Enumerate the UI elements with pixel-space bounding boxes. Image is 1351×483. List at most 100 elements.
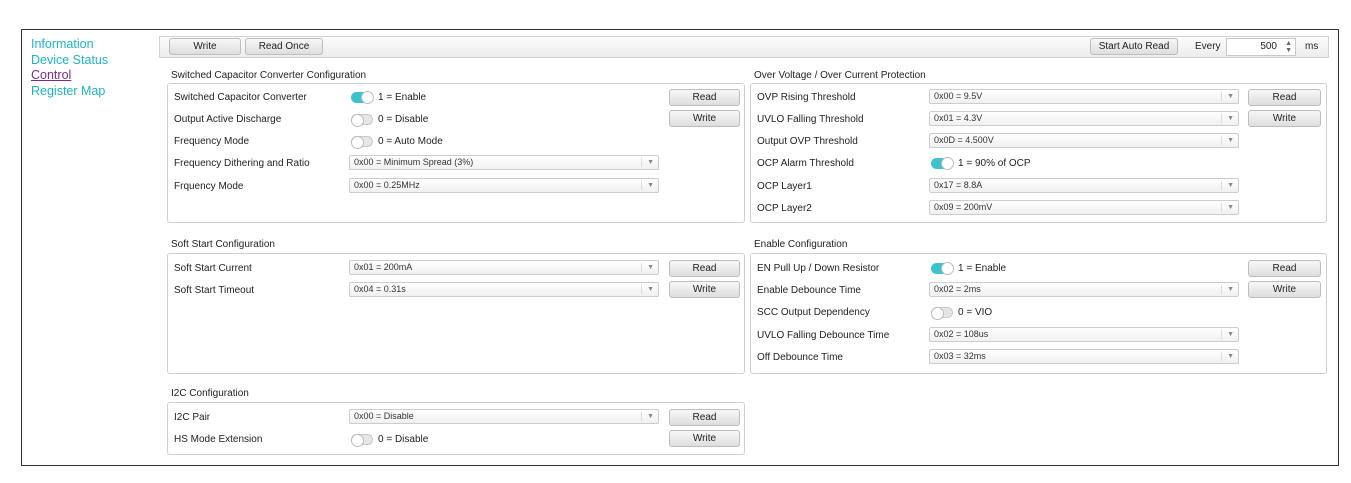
toolbar: Write Read Once Start Auto Read Every 50…: [159, 36, 1329, 58]
uvlo-debounce-select[interactable]: 0x02 = 108us ▼: [929, 327, 1239, 342]
output-discharge-label: Output Active Discharge: [174, 114, 282, 125]
soft-start-write-button[interactable]: Write: [669, 281, 740, 298]
frq-mode-label: Frquency Mode: [174, 181, 244, 192]
ovp-rising-select[interactable]: 0x00 = 9.5V ▼: [929, 89, 1239, 104]
frequency-mode-toggle[interactable]: [351, 136, 373, 149]
i2c-section-title: I2C Configuration: [171, 388, 249, 399]
chevron-down-icon: ▼: [1227, 93, 1234, 100]
ocp-layer2-select[interactable]: 0x09 = 200mV ▼: [929, 200, 1239, 215]
ocp-layer1-label: OCP Layer1: [757, 181, 812, 192]
toolbar-write-button[interactable]: Write: [169, 38, 241, 55]
read-once-button[interactable]: Read Once: [245, 38, 323, 55]
i2c-pair-value: 0x00 = Disable: [354, 411, 414, 421]
soft-start-timeout-value: 0x04 = 0.31s: [354, 284, 406, 294]
soft-start-current-select[interactable]: 0x01 = 200mA ▼: [349, 260, 659, 275]
en-pull-toggle[interactable]: [931, 262, 954, 275]
soft-start-timeout-select[interactable]: 0x04 = 0.31s ▼: [349, 282, 659, 297]
start-auto-read-button[interactable]: Start Auto Read: [1090, 38, 1178, 55]
ocp-alarm-label: OCP Alarm Threshold: [757, 158, 854, 169]
enable-section-title: Enable Configuration: [754, 239, 848, 250]
ovp-write-button[interactable]: Write: [1248, 110, 1321, 127]
ovp-section-title: Over Voltage / Over Current Protection: [754, 70, 926, 81]
uvlo-falling-label: UVLO Falling Threshold: [757, 114, 864, 125]
nav-register-map[interactable]: Register Map: [31, 84, 108, 100]
chevron-down-icon: ▼: [1227, 137, 1234, 144]
uvlo-debounce-label: UVLO Falling Debounce Time: [757, 330, 890, 341]
soft-start-current-label: Soft Start Current: [174, 263, 252, 274]
enable-write-button[interactable]: Write: [1248, 281, 1321, 298]
ovp-panel: OVP Rising Threshold 0x00 = 9.5V ▼ UVLO …: [750, 83, 1327, 223]
scc-panel: Switched Capacitor Converter 1 = Enable …: [167, 83, 745, 223]
chevron-down-icon: ▼: [1227, 286, 1234, 293]
frequency-mode-value: 0 = Auto Mode: [378, 136, 443, 147]
soft-start-timeout-label: Soft Start Timeout: [174, 285, 255, 296]
nav-control[interactable]: Control: [31, 68, 108, 84]
enable-panel: EN Pull Up / Down Resistor 1 = Enable En…: [750, 253, 1327, 374]
nav-information[interactable]: Information: [31, 37, 108, 53]
output-discharge-value: 0 = Disable: [378, 114, 429, 125]
chevron-down-icon: ▼: [647, 264, 654, 271]
hs-mode-value: 0 = Disable: [378, 434, 429, 445]
enable-debounce-select[interactable]: 0x02 = 2ms ▼: [929, 282, 1239, 297]
i2c-pair-select[interactable]: 0x00 = Disable ▼: [349, 409, 659, 424]
en-pull-value: 1 = Enable: [958, 263, 1007, 274]
enable-debounce-value: 0x02 = 2ms: [934, 284, 981, 294]
dither-label: Frequency Dithering and Ratio: [174, 158, 310, 169]
ocp-layer2-label: OCP Layer2: [757, 203, 812, 214]
frq-mode-value: 0x00 = 0.25MHz: [354, 180, 420, 190]
output-discharge-toggle[interactable]: [351, 114, 373, 127]
every-label: Every: [1195, 41, 1221, 52]
scc-read-button[interactable]: Read: [669, 89, 740, 106]
scc-dependency-label: SCC Output Dependency: [757, 307, 870, 318]
i2c-panel: I2C Pair 0x00 = Disable ▼ HS Mode Extens…: [167, 402, 745, 455]
scc-write-button[interactable]: Write: [669, 110, 740, 127]
ovp-read-button[interactable]: Read: [1248, 89, 1321, 106]
chevron-down-icon: ▼: [1227, 353, 1234, 360]
uvlo-falling-select[interactable]: 0x01 = 4.3V ▼: [929, 111, 1239, 126]
chevron-down-icon: ▼: [1227, 182, 1234, 189]
frq-mode-select[interactable]: 0x00 = 0.25MHz ▼: [349, 178, 659, 193]
hs-mode-label: HS Mode Extension: [174, 434, 263, 445]
ocp-layer1-value: 0x17 = 8.8A: [934, 180, 983, 190]
i2c-write-button[interactable]: Write: [669, 430, 740, 447]
off-debounce-select[interactable]: 0x03 = 32ms ▼: [929, 349, 1239, 364]
ocp-alarm-toggle[interactable]: [931, 157, 954, 170]
side-nav: Information Device Status Control Regist…: [31, 37, 108, 99]
scc-section-title: Switched Capacitor Converter Configurati…: [171, 70, 367, 81]
soft-start-current-value: 0x01 = 200mA: [354, 262, 413, 272]
soft-start-read-button[interactable]: Read: [669, 260, 740, 277]
scc-dependency-toggle[interactable]: [931, 307, 953, 320]
scc-converter-value: 1 = Enable: [378, 92, 427, 103]
chevron-down-icon: ▼: [647, 413, 654, 420]
chevron-down-icon: ▼: [1227, 115, 1234, 122]
uvlo-debounce-value: 0x02 = 108us: [934, 329, 989, 339]
output-ovp-label: Output OVP Threshold: [757, 136, 858, 147]
enable-read-button[interactable]: Read: [1248, 260, 1321, 277]
ocp-layer2-value: 0x09 = 200mV: [934, 202, 993, 212]
scc-dependency-value: 0 = VIO: [958, 307, 993, 318]
chevron-down-icon: ▼: [647, 182, 654, 189]
scc-converter-toggle[interactable]: [351, 91, 374, 104]
nav-device-status[interactable]: Device Status: [31, 53, 108, 69]
ocp-layer1-select[interactable]: 0x17 = 8.8A ▼: [929, 178, 1239, 193]
frequency-mode-label: Frequency Mode: [174, 136, 250, 147]
ovp-rising-label: OVP Rising Threshold: [757, 92, 856, 103]
chevron-down-icon: ▼: [647, 159, 654, 166]
interval-value: 500: [1260, 41, 1277, 52]
dither-select[interactable]: 0x00 = Minimum Spread (3%) ▼: [349, 155, 659, 170]
chevron-down-icon: ▼: [1227, 331, 1234, 338]
i2c-read-button[interactable]: Read: [669, 409, 740, 426]
interval-spinner[interactable]: 500 ▲ ▼: [1226, 38, 1296, 56]
soft-start-section-title: Soft Start Configuration: [171, 239, 275, 250]
uvlo-falling-value: 0x01 = 4.3V: [934, 113, 983, 123]
off-debounce-label: Off Debounce Time: [757, 352, 843, 363]
ocp-alarm-value: 1 = 90% of OCP: [958, 158, 1031, 169]
off-debounce-value: 0x03 = 32ms: [934, 351, 986, 361]
chevron-down-icon: ▼: [647, 286, 654, 293]
hs-mode-toggle[interactable]: [351, 434, 373, 447]
output-ovp-select[interactable]: 0x0D = 4.500V ▼: [929, 133, 1239, 148]
spinner-arrows-icon[interactable]: ▲ ▼: [1285, 40, 1292, 54]
en-pull-label: EN Pull Up / Down Resistor: [757, 263, 880, 274]
scc-converter-label: Switched Capacitor Converter: [174, 92, 307, 103]
i2c-pair-label: I2C Pair: [174, 412, 211, 423]
